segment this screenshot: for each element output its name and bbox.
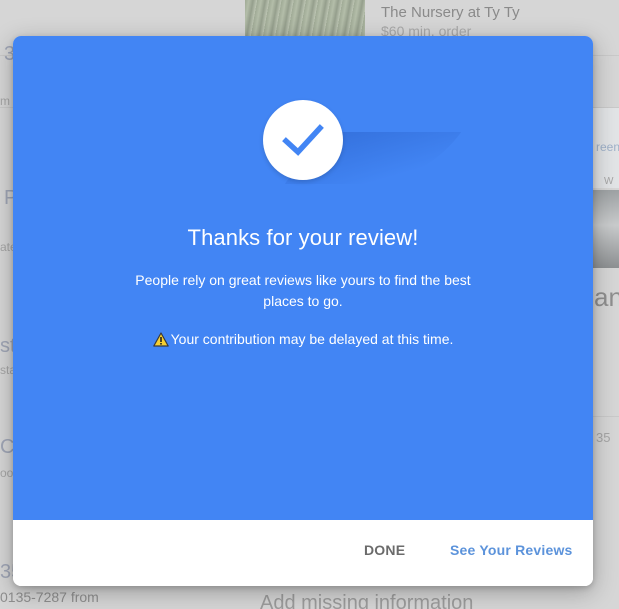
- divider: [593, 416, 619, 417]
- dialog-message: People rely on great reviews like yours …: [135, 272, 471, 309]
- left-fragment: m: [0, 94, 10, 108]
- listing-thumbnail: [245, 0, 365, 40]
- dialog-title: Thanks for your review!: [187, 225, 419, 250]
- add-missing-info-link: Add missing information: [260, 592, 474, 609]
- left-fragment: oo: [0, 466, 14, 480]
- warning-message: Your contribution may be delayed at this…: [13, 329, 593, 352]
- right-photo: [593, 190, 619, 268]
- dialog-actions: DONE See Your Reviews: [13, 520, 593, 586]
- right-fragment: an: [594, 282, 619, 312]
- done-button[interactable]: DONE: [364, 542, 405, 558]
- review-confirmation-dialog: Thanks for your review! People rely on g…: [13, 36, 593, 586]
- warning-icon: [152, 332, 169, 352]
- listing-title: The Nursery at Ty Ty: [381, 4, 520, 21]
- dialog-header: Thanks for your review! People rely on g…: [13, 36, 593, 520]
- right-fragment: reen: [596, 140, 619, 154]
- left-phone: 0135-7287 from: [0, 589, 99, 605]
- warning-text: Your contribution may be delayed at this…: [170, 331, 454, 347]
- see-your-reviews-button[interactable]: See Your Reviews: [450, 542, 573, 558]
- right-fragment: 35: [596, 430, 611, 445]
- checkmark-icon: [263, 100, 343, 180]
- right-fragment: W: [604, 176, 614, 187]
